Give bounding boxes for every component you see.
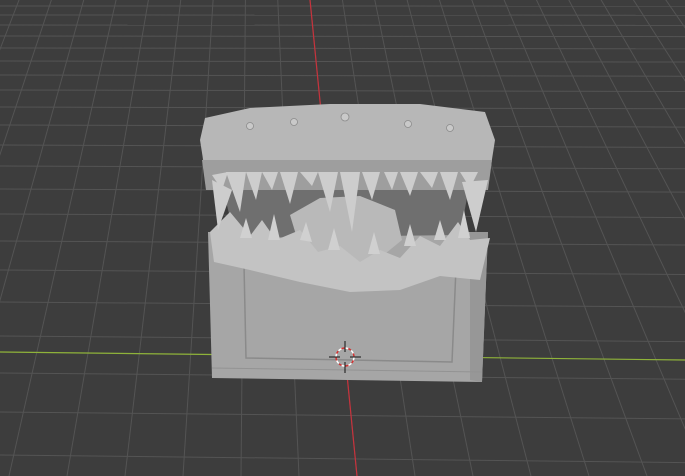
3d-viewport[interactable] [0, 0, 685, 476]
grid-line [0, 89, 685, 92]
grid-line [0, 47, 685, 50]
mimic-chest-model[interactable] [200, 104, 495, 382]
grid-line [0, 74, 685, 77]
grid-line [0, 35, 685, 38]
grid-line [0, 411, 685, 420]
